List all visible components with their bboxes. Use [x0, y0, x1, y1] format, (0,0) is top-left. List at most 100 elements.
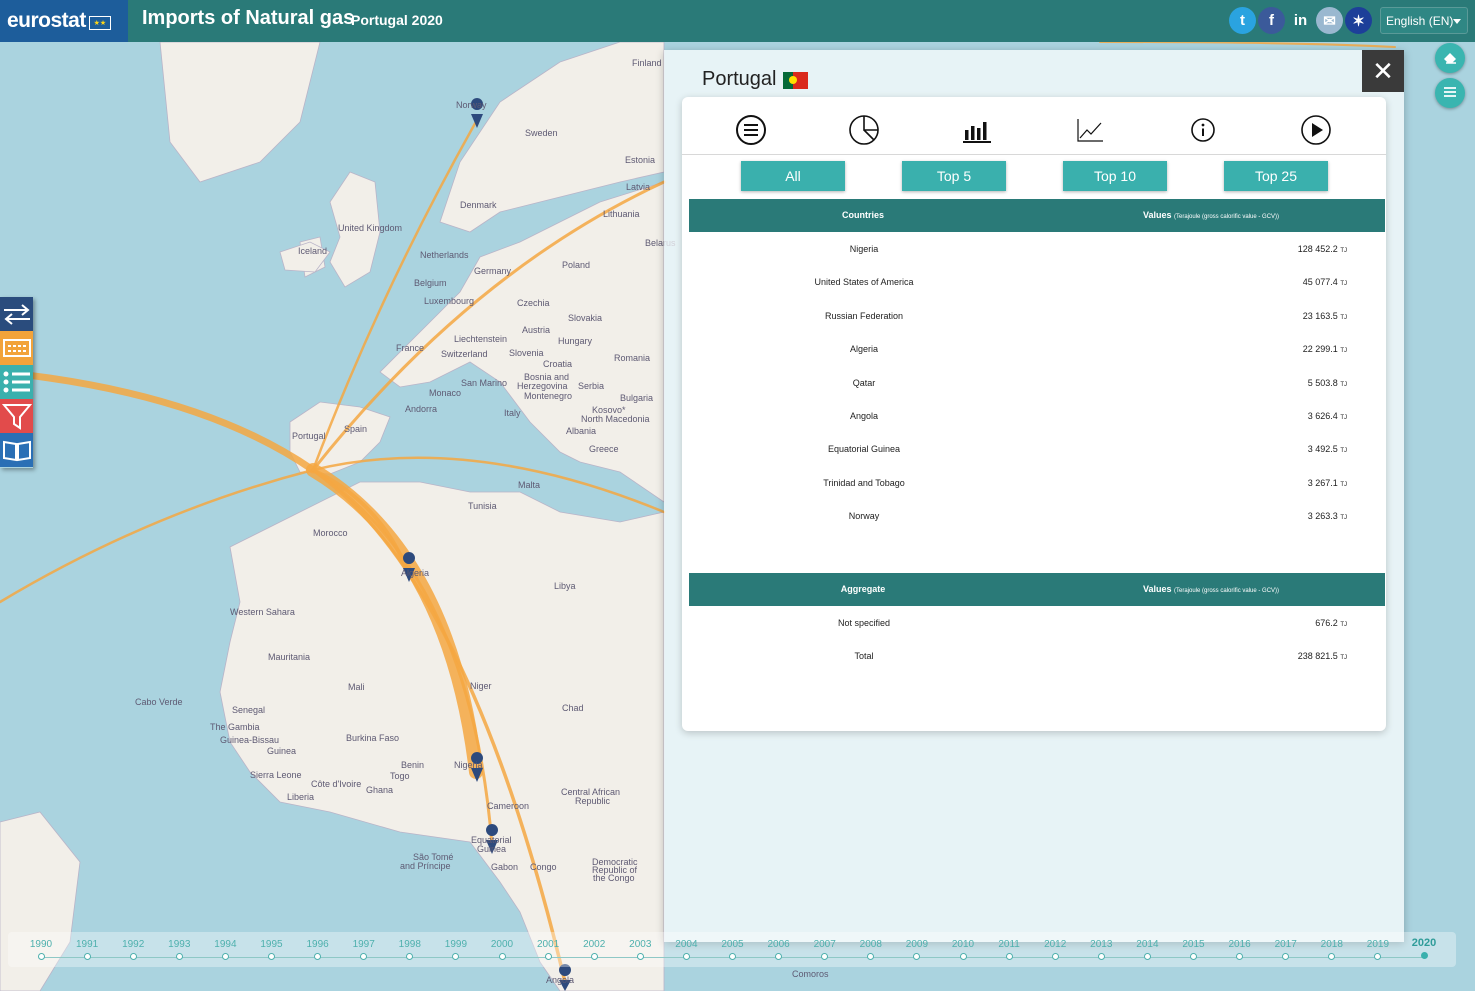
timeline-year-label: 2008 — [859, 939, 882, 950]
timeline-year[interactable]: 2006 — [759, 932, 799, 960]
row-country: United States of America — [814, 277, 914, 288]
filter-top25-button[interactable]: Top 25 — [1224, 161, 1328, 191]
timeline-year[interactable]: 1999 — [436, 932, 476, 960]
timeline-year[interactable]: 2009 — [897, 932, 937, 960]
language-select[interactable]: English (EN) — [1380, 7, 1468, 34]
map-label: United Kingdom — [338, 223, 403, 233]
timeline-year[interactable]: 1991 — [67, 932, 107, 960]
map-label: North Macedonia — [581, 414, 650, 424]
swap-arrows-icon[interactable] — [0, 297, 33, 331]
timeline-dot — [268, 953, 275, 960]
row-unit: TJ — [1340, 381, 1347, 388]
timeline-year[interactable]: 2016 — [1220, 932, 1260, 960]
twitter-icon[interactable]: t — [1229, 7, 1256, 34]
linkedin-icon[interactable]: in — [1287, 7, 1314, 34]
tab-pie[interactable] — [847, 113, 881, 147]
timeline-year[interactable]: 2014 — [1127, 932, 1167, 960]
filter-icon[interactable] — [0, 399, 33, 433]
timeline-year[interactable]: 2012 — [1035, 932, 1075, 960]
timeline-year-label: 1995 — [260, 939, 283, 950]
timeline-year[interactable]: 2017 — [1266, 932, 1306, 960]
timeline-year[interactable]: 2003 — [620, 932, 660, 960]
timeline-year[interactable]: 1990 — [21, 932, 61, 960]
aggregate-values-unit: (Terajoule (gross calorific value - GCV)… — [1174, 588, 1280, 594]
timeline-year[interactable]: 2005 — [713, 932, 753, 960]
timeline-dot — [1236, 953, 1244, 960]
logo-text: eurostat — [7, 9, 86, 32]
countries-table-header: Countries Values (Terajoule (gross calor… — [689, 199, 1385, 232]
row-country: Algeria — [849, 344, 878, 355]
timeline-year[interactable]: 1998 — [390, 932, 430, 960]
timeline-year[interactable]: 1993 — [159, 932, 199, 960]
timeline-dot — [360, 953, 368, 960]
timeline-year[interactable]: 1992 — [113, 932, 153, 960]
timeline-year[interactable]: 2004 — [666, 932, 706, 960]
row-value: 238 821.5 TJ — [1298, 651, 1347, 661]
eurostat-logo[interactable]: eurostat ★★ — [0, 0, 128, 42]
timeline-year[interactable]: 1994 — [205, 932, 245, 960]
timeline-year-label: 1996 — [306, 939, 329, 950]
tab-play[interactable] — [1299, 113, 1333, 147]
timeline-year[interactable]: 2019 — [1358, 932, 1398, 960]
tab-bar[interactable] — [960, 113, 994, 147]
timeline-year[interactable]: 1997 — [344, 932, 384, 960]
eraser-button[interactable] — [1435, 43, 1465, 73]
table-row[interactable]: United States of America 45 077.4 TJ — [689, 265, 1385, 298]
timeline-year[interactable]: 2020 — [1404, 932, 1444, 959]
timeline-year[interactable]: 2010 — [943, 932, 983, 960]
table-row[interactable]: Qatar 5 503.8 TJ — [689, 366, 1385, 399]
timeline-year[interactable]: 2001 — [528, 932, 568, 960]
timeline-year[interactable]: 2011 — [989, 932, 1029, 960]
eu-icon[interactable]: ✶ — [1345, 7, 1372, 34]
book-icon[interactable] — [0, 433, 33, 467]
menu-button[interactable] — [1435, 78, 1465, 108]
timeline-year[interactable]: 2018 — [1312, 932, 1352, 960]
timeline-dot — [729, 953, 736, 960]
filter-all-button[interactable]: All — [741, 161, 845, 191]
table-row[interactable]: Norway 3 263.3 TJ — [689, 499, 1385, 532]
table-row[interactable]: Nigeria 128 452.2 TJ — [689, 232, 1385, 265]
map-label: Greece — [589, 444, 619, 454]
timeline-dot — [498, 953, 506, 960]
timeline-year[interactable]: 2007 — [805, 932, 845, 960]
year-timeline[interactable]: 1990 1991 1992 1993 1994 1995 1996 1997 1998 1999… — [8, 932, 1456, 967]
close-button[interactable]: ✕ — [1362, 50, 1404, 92]
tab-line[interactable] — [1073, 113, 1107, 147]
tab-info[interactable] — [1186, 113, 1220, 147]
table-row[interactable]: Algeria 22 299.1 TJ — [689, 332, 1385, 365]
table-row[interactable]: Total 238 821.5 TJ — [689, 639, 1385, 672]
timeline-year[interactable]: 2002 — [574, 932, 614, 960]
timeline-dot — [37, 953, 45, 960]
table-row[interactable]: Equatorial Guinea 3 492.5 TJ — [689, 432, 1385, 465]
timeline-year[interactable]: 1996 — [298, 932, 338, 960]
timeline-year[interactable]: 2015 — [1174, 932, 1214, 960]
facebook-icon[interactable]: f — [1258, 7, 1285, 34]
row-value: 128 452.2 TJ — [1298, 244, 1347, 254]
timeline-year-label: 2019 — [1366, 939, 1390, 950]
map-label: Togo — [390, 771, 410, 781]
timeline-year-label: 2014 — [1136, 939, 1159, 950]
list-icon[interactable] — [0, 365, 33, 399]
map-label: Bulgaria — [620, 393, 654, 403]
row-unit: TJ — [1340, 622, 1347, 628]
timeline-year[interactable]: 2008 — [851, 932, 891, 960]
timeline-dot — [83, 953, 91, 960]
table-row[interactable]: Trinidad and Tobago 3 267.1 TJ — [689, 466, 1385, 499]
row-unit: TJ — [1340, 481, 1347, 488]
table-row[interactable]: Angola 3 626.4 TJ — [689, 399, 1385, 432]
filter-top5-button[interactable]: Top 5 — [902, 161, 1006, 191]
email-icon[interactable]: ✉ — [1316, 7, 1343, 34]
timeline-year[interactable]: 1995 — [252, 932, 292, 960]
timeline-year[interactable]: 2013 — [1081, 932, 1121, 960]
aggregate-table-header: Aggregate Values (Terajoule (gross calor… — [689, 573, 1385, 606]
map-label: Malta — [518, 480, 541, 490]
timeline-year[interactable]: 2000 — [482, 932, 522, 960]
table-row[interactable]: Russian Federation 23 163.5 TJ — [689, 299, 1385, 332]
aggregate-header: Aggregate — [840, 584, 886, 594]
timeline-dot — [1005, 953, 1013, 960]
calendar-icon[interactable] — [0, 331, 33, 365]
tab-table[interactable] — [734, 113, 768, 147]
row-value: 3 492.5 TJ — [1308, 444, 1347, 454]
filter-top10-button[interactable]: Top 10 — [1063, 161, 1167, 191]
table-row[interactable]: Not specified 676.2 TJ — [689, 606, 1385, 639]
